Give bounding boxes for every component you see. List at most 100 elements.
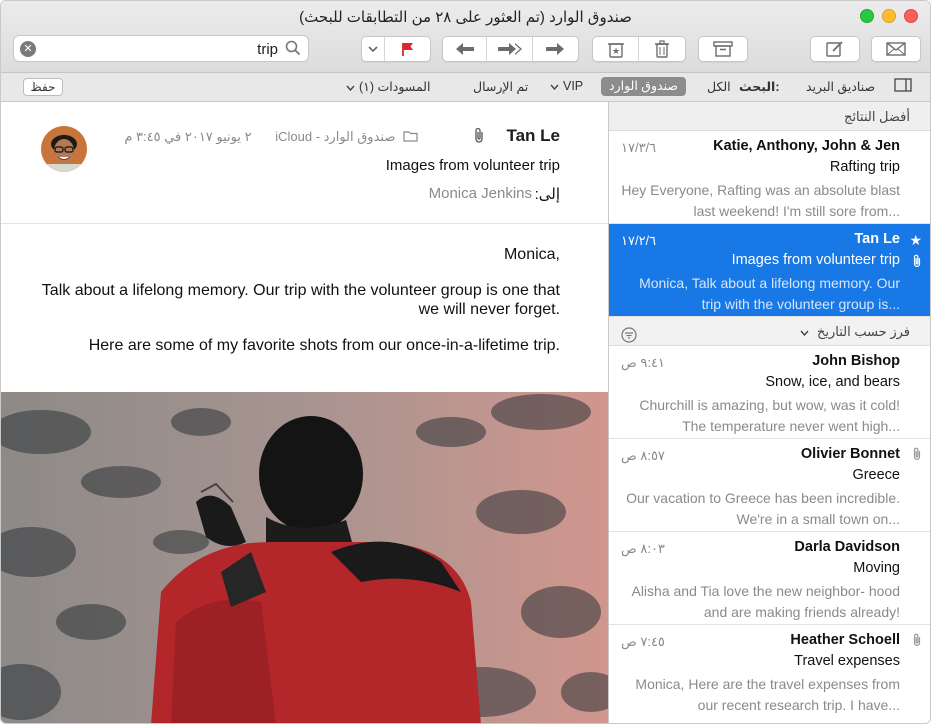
save-search-button[interactable]: حفظ [23, 78, 63, 96]
vip-label: VIP [563, 79, 584, 93]
message-subject: Snow, ice, and bears [765, 374, 900, 390]
message-preview: Our vacation to Greece has been incredib… [626, 490, 900, 527]
window-controls [860, 9, 918, 23]
sent-mailbox[interactable]: تم الإرسال [473, 79, 528, 94]
compose-button[interactable] [810, 36, 860, 62]
reply-all-icon [497, 43, 522, 55]
mailboxes-button[interactable]: صناديق البريد [806, 79, 875, 94]
flag-menu-button[interactable] [362, 37, 386, 61]
message-sender: Heather Schoell [790, 632, 900, 648]
top-hits-header: أفضل النتائج [609, 102, 930, 131]
attachment-icon [912, 633, 922, 652]
list-item[interactable]: Katie, Anthony, John & Jen ١٧/٣/٦ Raftin… [609, 131, 930, 224]
favorites-bar: حفظ المسودات (١) تم الإرسال VIP صندوق ال… [1, 73, 930, 102]
message-subject: Images from volunteer trip [385, 157, 560, 174]
drafts-label: المسودات (١) [359, 80, 431, 94]
message-subject: Travel expenses [794, 653, 900, 669]
body-greeting: Monica, [503, 246, 560, 263]
message-meta: صندوق الوارد - iCloud ٢ يونيو ٢٠١٧ في ٣:… [124, 129, 418, 145]
message-sender: Katie, Anthony, John & Jen [713, 138, 900, 154]
message-sender: Darla Davidson [794, 539, 900, 555]
recipient-name[interactable]: Monica Jenkins [429, 185, 532, 202]
message-list: أفضل النتائج Katie, Anthony, John & Jen … [608, 102, 930, 723]
message-mailbox: صندوق الوارد - iCloud [275, 129, 396, 144]
body-paragraph: Here are some of my favorite shots from … [88, 337, 560, 354]
message-sender: John Bishop [812, 353, 900, 369]
close-window-button[interactable] [904, 9, 918, 23]
compose-icon [826, 41, 843, 57]
message-subject: Images from volunteer trip [731, 252, 900, 268]
message-preview: Monica, Here are the travel expenses fro… [635, 676, 900, 713]
reply-button-group [442, 36, 579, 62]
search-scope-all[interactable]: الكل [707, 79, 731, 94]
message-preview: Monica, Talk about a lifelong memory. Ou… [639, 275, 900, 312]
body-paragraph: Talk about a lifelong memory. Our trip w… [41, 282, 560, 318]
chevron-down-icon [368, 45, 378, 52]
flag-button-group [361, 36, 431, 62]
search-icon [285, 40, 301, 61]
message-preview: Alisha and Tia love the new neighbor- ho… [631, 583, 900, 620]
delete-button-group: ★ [592, 36, 686, 62]
list-item[interactable]: Heather Schoell ٧:٤٥ ص Travel expenses M… [609, 625, 930, 718]
chevron-down-icon [346, 85, 355, 92]
message-sender: Olivier Bonnet [800, 446, 900, 462]
minimize-window-button[interactable] [882, 9, 896, 23]
attachment-icon [912, 447, 922, 466]
flag-button[interactable] [385, 37, 430, 61]
attachment-icon [912, 254, 922, 273]
list-item[interactable]: Olivier Bonnet ٨:٥٧ ص Greece Our vacatio… [609, 439, 930, 532]
message-date: ٨:٠٣ ص [621, 541, 665, 556]
chevron-down-icon [550, 84, 559, 91]
attached-photo[interactable] [1, 392, 608, 723]
zoom-window-button[interactable] [860, 9, 874, 23]
list-item[interactable]: John Bishop ٩:٤١ ص Snow, ice, and bears … [609, 346, 930, 439]
reply-all-button[interactable] [487, 37, 533, 61]
reply-button[interactable] [443, 37, 488, 61]
search-input[interactable]: trip [257, 41, 278, 58]
sort-label: فرز حسب التاريخ [816, 324, 910, 339]
message-preview: Churchill is amazing, but wow, was it co… [639, 397, 900, 434]
message-sender: Tan Le [854, 231, 900, 247]
message-date: ٧:٤٥ ص [621, 634, 665, 649]
folder-icon [403, 130, 418, 145]
archive-icon [713, 41, 733, 57]
archive-button[interactable] [698, 36, 748, 62]
message-date: ٢ يونيو ٢٠١٧ في ٣:٤٥ م [124, 129, 252, 144]
search-scope-label: البحث: [739, 80, 780, 94]
clear-search-icon[interactable]: ✕ [20, 41, 36, 57]
drafts-mailbox[interactable]: المسودات (١) [346, 79, 430, 94]
get-mail-button[interactable] [871, 36, 921, 62]
flag-icon [401, 42, 413, 56]
reply-icon [455, 43, 474, 55]
trash-icon [655, 40, 669, 58]
chevron-down-icon [800, 330, 809, 337]
message-viewer: Tan Le صندوق الوارد - iCloud ٢ يونيو ٢٠١… [1, 102, 608, 723]
attachment-icon[interactable] [473, 127, 485, 149]
mail-window: صندوق الوارد (تم العثور على ٢٨ من التطاب… [0, 0, 931, 724]
search-field[interactable]: ✕ trip [13, 35, 309, 62]
list-item[interactable]: Darla Davidson ٨:٠٣ ص Moving Alisha and … [609, 532, 930, 625]
trash-button[interactable] [639, 37, 685, 61]
junk-button[interactable]: ★ [593, 37, 640, 61]
message-date: ١٧/٣/٦ [621, 140, 657, 155]
titlebar: صندوق الوارد (تم العثور على ٢٨ من التطاب… [1, 1, 930, 73]
vip-mailbox[interactable]: VIP [550, 79, 583, 93]
sidebar-toggle-icon[interactable] [894, 78, 912, 95]
message-body: Monica, Talk about a lifelong memory. Ou… [41, 245, 560, 372]
to-label: إلى: [534, 186, 560, 203]
forward-button[interactable] [533, 37, 578, 61]
message-subject: Moving [853, 560, 900, 576]
sender-name[interactable]: Tan Le [506, 126, 560, 146]
search-scope-inbox[interactable]: صندوق الوارد [601, 77, 686, 96]
window-title: صندوق الوارد (تم العثور على ٢٨ من التطاب… [299, 9, 632, 26]
list-item-selected[interactable]: ★ Tan Le ١٧/٢/٦ Images from volunteer tr… [609, 224, 930, 317]
vip-star-icon: ★ [909, 232, 922, 248]
message-preview: Hey Everyone, Rafting was an absolute bl… [621, 182, 900, 219]
message-date: ١٧/٢/٦ [621, 233, 657, 248]
junk-icon: ★ [607, 43, 624, 58]
sort-by-date-header[interactable]: فرز حسب التاريخ [609, 317, 930, 346]
message-subject: Rafting trip [829, 159, 900, 175]
get-mail-icon [886, 42, 906, 56]
message-subject: Greece [852, 467, 900, 483]
message-header: Tan Le صندوق الوارد - iCloud ٢ يونيو ٢٠١… [1, 102, 608, 224]
